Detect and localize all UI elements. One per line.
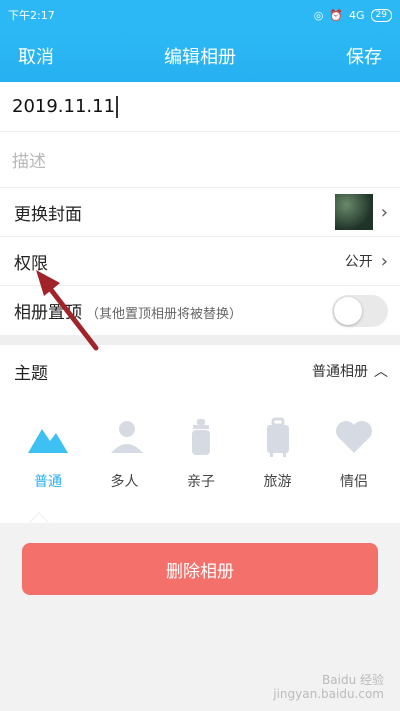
theme-options: 普通 多人 亲子 旅游 情侣	[0, 397, 400, 491]
theme-option-couple[interactable]: 情侣	[324, 415, 384, 491]
watermark: Baidu 经验 jingyan.baidu.com	[273, 673, 384, 701]
chevron-right-icon: ›	[380, 201, 388, 223]
permission-row[interactable]: 权限 公开 ›	[0, 237, 400, 286]
luggage-icon	[266, 417, 289, 457]
pin-album-hint: （其他置顶相册将被替换）	[86, 307, 243, 322]
status-bar: 下午2:17 ◎ ⏰ 4G 29	[0, 0, 400, 30]
watermark-line1: Baidu 经验	[322, 673, 384, 687]
pin-album-row: 相册置顶 （其他置顶相册将被替换）	[0, 286, 400, 335]
network-label: 4G	[349, 8, 365, 22]
pin-album-label: 相册置顶	[14, 303, 82, 323]
permission-label: 权限	[14, 253, 48, 274]
nav-bar: 取消 编辑相册 保存	[0, 30, 400, 82]
description-placeholder: 描述	[12, 152, 46, 172]
people-icon	[110, 421, 143, 453]
cancel-button[interactable]: 取消	[18, 43, 54, 69]
description-field[interactable]: 描述	[0, 132, 400, 188]
theme-option-family[interactable]: 亲子	[171, 415, 231, 491]
heart-icon	[336, 421, 372, 453]
chevron-up-icon: ︿	[374, 364, 388, 380]
album-name-value: 2019.11.11	[12, 96, 116, 117]
delete-album-button[interactable]: 删除相册	[22, 543, 378, 595]
watermark-line2: jingyan.baidu.com	[273, 687, 384, 701]
hotspot-icon: ◎	[313, 8, 324, 22]
cover-thumbnail	[334, 194, 373, 230]
status-time: 下午2:17	[8, 9, 55, 22]
save-button[interactable]: 保存	[346, 43, 382, 69]
status-icons: ◎ ⏰ 4G 29	[313, 8, 392, 22]
change-cover-label: 更换封面	[14, 204, 82, 225]
theme-option-group[interactable]: 多人	[95, 415, 155, 491]
theme-option-travel[interactable]: 旅游	[248, 415, 308, 491]
chevron-right-icon: ›	[380, 250, 388, 272]
theme-section: 主题 普通相册 ︿ 普通 多人 亲子 旅游 情侣	[0, 345, 400, 532]
text-caret	[116, 95, 119, 118]
theme-selected: 普通相册	[312, 364, 368, 380]
permission-value: 公开	[344, 254, 373, 270]
theme-header[interactable]: 主题 普通相册 ︿	[0, 345, 400, 397]
mountain-icon	[28, 429, 68, 453]
baby-bottle-icon	[192, 419, 210, 455]
page-title: 编辑相册	[164, 47, 236, 68]
album-name-field[interactable]: 2019.11.11	[0, 82, 400, 132]
theme-option-normal[interactable]: 普通	[18, 415, 78, 491]
battery-icon: 29	[370, 8, 392, 22]
album-settings: 2019.11.11 描述 更换封面 › 权限 公开 › 相册置顶 （其他置顶相册…	[0, 82, 400, 335]
alarm-icon: ⏰	[329, 8, 344, 22]
section-divider	[0, 335, 400, 345]
change-cover-row[interactable]: 更换封面 ›	[0, 188, 400, 237]
theme-label: 主题	[14, 363, 48, 384]
pin-album-toggle[interactable]	[332, 294, 388, 327]
